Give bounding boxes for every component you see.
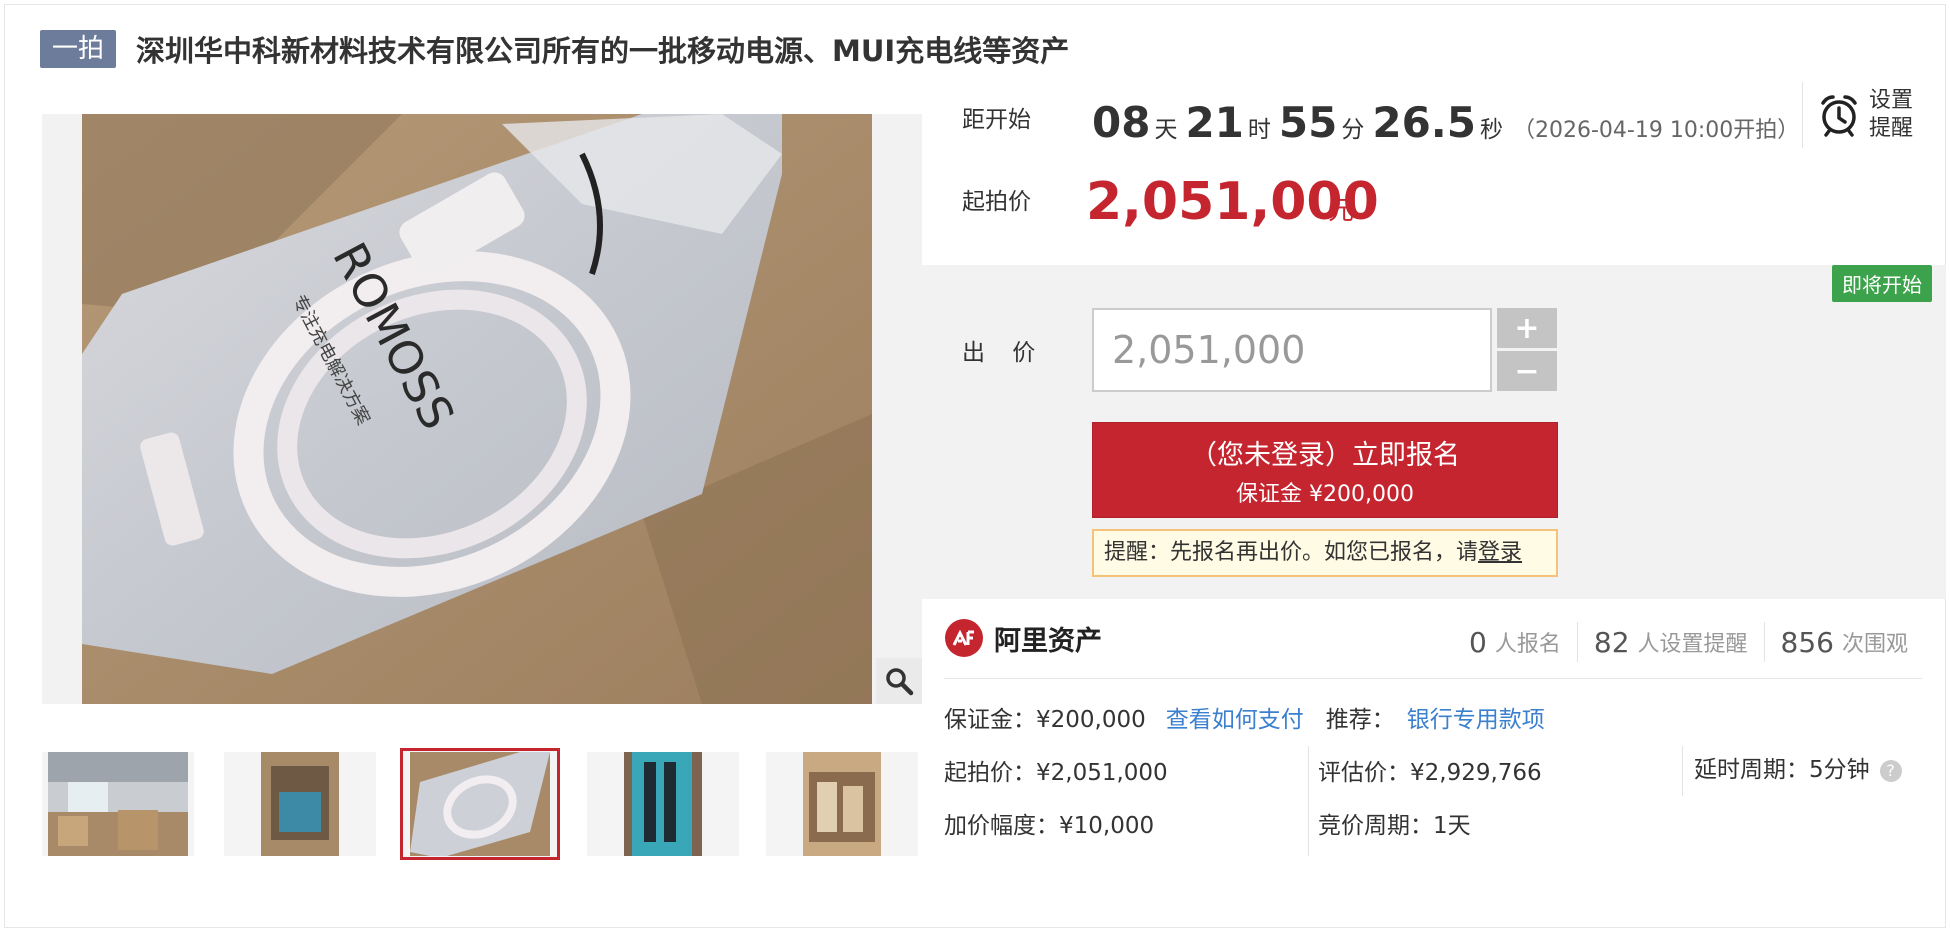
- countdown-hours-unit: 时: [1247, 117, 1271, 143]
- bid-panel: 即将开始 出 价 + − （您未登录）立即报名 保证金 ¥200,000 提醒：…: [922, 265, 1946, 599]
- thumbnail-carton-image: [803, 752, 881, 856]
- stat-reminders: 82 人设置提醒: [1576, 622, 1764, 662]
- details-separator-1: [1308, 746, 1309, 856]
- ali-assets-logo-icon: [945, 619, 983, 657]
- thumbnail-package-image: [624, 752, 702, 856]
- countdown-label: 距开始: [962, 107, 1031, 133]
- signup-button[interactable]: （您未登录）立即报名 保证金 ¥200,000: [1092, 422, 1558, 518]
- recommend-label: 推荐：: [1325, 707, 1395, 733]
- thumbnail-warehouse-image: [48, 752, 188, 856]
- detail-appraisal-price: 评估价：¥2,929,766: [1318, 760, 1542, 786]
- detail-start-price: 起拍价：¥2,051,000: [944, 760, 1168, 786]
- countdown-label-row: 距开始: [962, 100, 1031, 134]
- auction-stats: 0 人报名 82 人设置提醒 856 次围观: [1453, 622, 1924, 662]
- detail-bid-period: 竞价周期：1天: [1318, 813, 1471, 839]
- how-to-pay-link[interactable]: 查看如何支付: [1166, 700, 1304, 734]
- stat-views: 856 次围观: [1763, 622, 1924, 662]
- increase-bid-button[interactable]: +: [1497, 308, 1557, 348]
- stat-signups-count: 0: [1469, 625, 1487, 659]
- title-row: 一拍 深圳华中科新材料技术有限公司所有的一批移动电源、MUI充电线等资产: [40, 28, 1069, 70]
- start-price-label: 起拍价: [962, 189, 1031, 215]
- bid-amount-input[interactable]: [1092, 308, 1492, 392]
- thumbnail-box-image: [261, 752, 339, 856]
- thumbnail-3[interactable]: [400, 748, 560, 860]
- login-hint: 提醒：先报名再出价。如您已报名，请登录: [1092, 529, 1558, 577]
- countdown-timer: 08 天 21 时 55 分 26.5 秒 （2026-04-19 10:00开…: [1092, 98, 1799, 147]
- stats-divider: [944, 678, 1922, 679]
- decrease-bid-button[interactable]: −: [1497, 351, 1557, 391]
- bid-label: 出 价: [962, 340, 1046, 366]
- stat-reminders-count: 82: [1593, 625, 1630, 659]
- brand-logo: 阿里资产: [944, 618, 1102, 658]
- start-price-row: 起拍价: [962, 182, 1031, 216]
- signup-button-label: （您未登录）立即报名: [1190, 440, 1460, 471]
- thumbnail-5[interactable]: [766, 752, 918, 856]
- alarm-clock-icon: [1821, 95, 1857, 137]
- page-title: 深圳华中科新材料技术有限公司所有的一批移动电源、MUI充电线等资产: [136, 34, 1070, 68]
- product-photo: ROMOSS 专注充电解决方案: [82, 114, 872, 704]
- detail-increment: 加价幅度：¥10,000: [944, 813, 1155, 839]
- bank-funds-link[interactable]: 银行专用款项: [1407, 700, 1545, 734]
- countdown-minutes-unit: 分: [1341, 117, 1365, 143]
- zoom-button[interactable]: [876, 658, 922, 704]
- help-icon[interactable]: ?: [1879, 759, 1902, 782]
- thumbnail-4[interactable]: [587, 752, 739, 856]
- stat-signups-label: 人报名: [1494, 632, 1561, 657]
- reminder-label-line1: 设置: [1869, 88, 1914, 113]
- start-price-unit: 元: [1328, 196, 1355, 226]
- reminder-label-line2: 提醒: [1869, 116, 1914, 141]
- signup-deposit-label: 保证金 ¥200,000: [1236, 482, 1414, 507]
- brand-name: 阿里资产: [994, 625, 1102, 657]
- stat-views-count: 856: [1780, 625, 1834, 659]
- stat-views-label: 次围观: [1841, 632, 1908, 657]
- thumbnail-strip: [42, 748, 922, 860]
- countdown-seconds-unit: 秒: [1480, 117, 1503, 143]
- main-product-image[interactable]: ROMOSS 专注充电解决方案: [42, 114, 922, 704]
- reminder-label: 设置 提醒: [1869, 87, 1913, 143]
- set-reminder-button[interactable]: 设置 提醒: [1802, 82, 1926, 148]
- details-separator-2: [1682, 746, 1683, 796]
- hint-text: 提醒：先报名再出价。如您已报名，请: [1104, 540, 1479, 565]
- magnifier-icon: [886, 668, 914, 696]
- thumbnail-2[interactable]: [224, 752, 376, 856]
- deposit-text: 保证金：¥200,000: [944, 707, 1146, 733]
- login-link[interactable]: 登录: [1478, 540, 1522, 565]
- thumbnail-1[interactable]: [42, 752, 194, 856]
- stat-signups: 0 人报名: [1453, 622, 1577, 662]
- countdown-minutes: 55: [1278, 98, 1338, 147]
- start-time: （2026-04-19 10:00开拍）: [1513, 118, 1800, 143]
- countdown-days: 08: [1092, 98, 1151, 147]
- stat-reminders-label: 人设置提醒: [1637, 632, 1748, 657]
- countdown-seconds: 26.5: [1372, 98, 1476, 147]
- auction-round-badge: 一拍: [40, 30, 117, 68]
- thumbnail-cable-image: [410, 752, 550, 856]
- status-badge: 即将开始: [1832, 265, 1932, 302]
- deposit-row: 保证金：¥200,000 查看如何支付 推荐： 银行专用款项: [944, 700, 1545, 734]
- detail-delay-period: 延时周期：5分钟?: [1694, 750, 1902, 784]
- countdown-hours: 21: [1185, 98, 1244, 147]
- delay-period-text: 延时周期：5分钟: [1694, 757, 1870, 783]
- countdown-days-unit: 天: [1154, 117, 1178, 143]
